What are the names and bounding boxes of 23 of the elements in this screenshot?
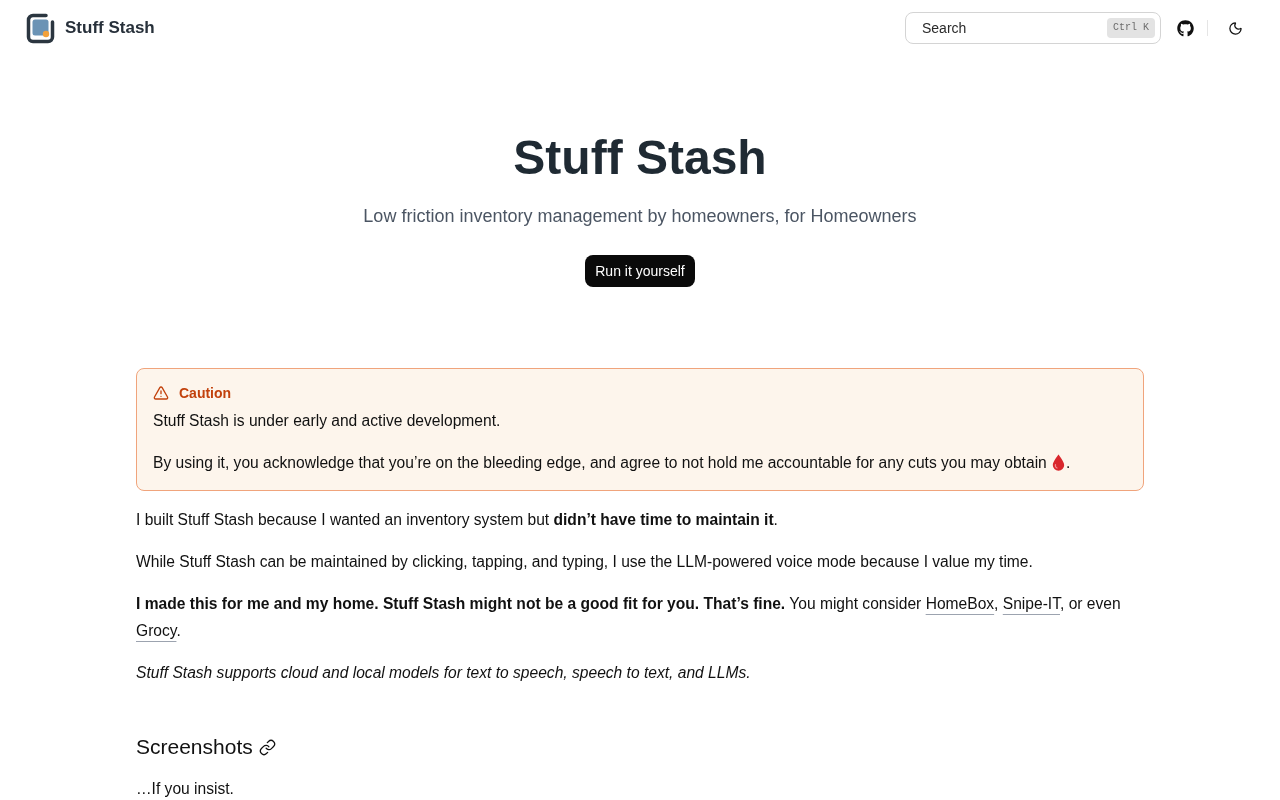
callout-paragraph: By using it, you acknowledge that you’re on the bleeding edge, and agree to not hold me accountable for any cuts you may obtain . — [153, 453, 1072, 473]
github-button[interactable] — [1174, 17, 1196, 39]
paragraph: While Stuff Stash can be maintained by clicking, tapping, and typing, I use the LLM-powered voice mode because I value my time. — [136, 552, 1034, 572]
link-icon[interactable] — [258, 738, 276, 756]
section-heading: Screenshots — [136, 734, 253, 760]
run-it-yourself-button[interactable]: Run it yourself — [585, 255, 695, 287]
link[interactable]: Grocy — [136, 622, 177, 639]
logo-icon — [26, 12, 55, 44]
blood-drop-icon — [1052, 454, 1066, 471]
hero-title: Stuff Stash — [513, 134, 767, 182]
hero-subtitle: Low friction inventory management by homeowners, for Homeowners — [363, 205, 917, 228]
github-icon — [1176, 19, 1194, 37]
keyboard-shortcut: Ctrl K — [1107, 18, 1155, 38]
link[interactable]: Snipe-IT — [1002, 595, 1060, 612]
paragraph: Stuff Stash supports cloud and local models for text to speech, speech to text, and LLMs. — [136, 663, 752, 683]
paragraph: I built Stuff Stash because I wanted an inventory system but didn’t have time to maintain it. — [136, 510, 779, 530]
brand-name[interactable]: Stuff Stash — [65, 15, 155, 41]
callout-paragraph: Stuff Stash is under early and active development. — [153, 411, 502, 431]
warning-icon — [153, 385, 169, 401]
paragraph: I made this for me and my home. Stuff Stash might not be a good fit for you. That’s fine. You might consider HomeBox, Snipe-IT, or even Grocy. — [136, 594, 1122, 641]
moon-icon — [1227, 20, 1243, 36]
paragraph: …If you insist. — [136, 780, 235, 798]
callout-title: Caution — [179, 383, 232, 403]
